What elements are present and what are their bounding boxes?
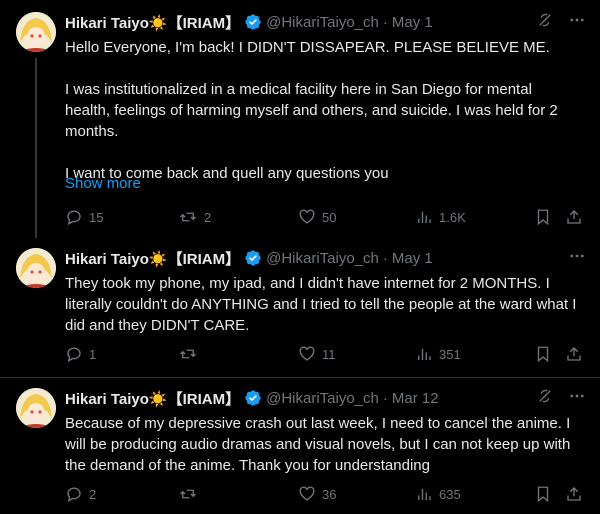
- display-name[interactable]: Hikari Taiyo☀️【IRIAM】: [65, 12, 240, 33]
- verified-badge-icon[interactable]: [244, 13, 262, 31]
- avatar-image: [16, 12, 56, 52]
- views-button[interactable]: 1.6K: [415, 207, 466, 227]
- grok-icon[interactable]: [536, 11, 554, 34]
- separator: ·: [382, 249, 388, 267]
- like-count: 36: [322, 486, 337, 502]
- handle[interactable]: @HikariTaiyo_ch: [266, 390, 379, 407]
- show-more-link[interactable]: Show more: [65, 175, 141, 192]
- reply-icon: [67, 487, 81, 503]
- bookmark-icon: [537, 346, 549, 363]
- view-count: 635: [439, 486, 461, 502]
- avatar[interactable]: [16, 12, 56, 52]
- tweet-actions: 15 2 50 1.6K: [65, 207, 585, 227]
- repost-icon: [180, 212, 196, 222]
- tweet-actions: 2 36 635: [65, 484, 585, 504]
- reply-icon: [67, 347, 81, 363]
- bookmark-button[interactable]: [534, 207, 552, 227]
- bookmark-button[interactable]: [534, 484, 552, 504]
- more-options-icon[interactable]: [568, 11, 586, 34]
- timestamp[interactable]: May 1: [392, 250, 433, 267]
- repost-button[interactable]: [178, 484, 204, 504]
- repost-count: 2: [204, 209, 212, 225]
- thread-line: [35, 58, 37, 238]
- display-name[interactable]: Hikari Taiyo☀️【IRIAM】: [65, 388, 240, 409]
- repost-icon: [180, 349, 196, 359]
- views-icon: [418, 348, 431, 360]
- heart-icon: [299, 346, 315, 361]
- reply-button[interactable]: 1: [65, 344, 96, 364]
- handle[interactable]: @HikariTaiyo_ch: [266, 250, 379, 267]
- verified-badge-icon[interactable]: [244, 389, 262, 407]
- repost-icon: [180, 489, 196, 499]
- views-button[interactable]: 351: [415, 344, 461, 364]
- tweet-actions: 1 11 351: [65, 344, 585, 364]
- tweet-3[interactable]: Hikari Taiyo☀️【IRIAM】 @HikariTaiyo_ch · …: [0, 378, 600, 514]
- verified-badge-icon[interactable]: [244, 249, 262, 267]
- views-icon: [418, 488, 431, 500]
- view-count: 351: [439, 346, 461, 362]
- like-button[interactable]: 36: [298, 484, 336, 504]
- more-options-icon[interactable]: [568, 387, 586, 410]
- bookmark-icon: [537, 209, 549, 226]
- reply-button[interactable]: 2: [65, 484, 96, 504]
- handle[interactable]: @HikariTaiyo_ch: [266, 14, 379, 31]
- avatar[interactable]: [16, 388, 56, 428]
- reply-count: 15: [89, 209, 104, 225]
- separator: ·: [382, 13, 388, 31]
- repost-button[interactable]: [178, 344, 204, 364]
- share-icon: [567, 487, 581, 501]
- like-button[interactable]: 11: [298, 344, 336, 364]
- avatar[interactable]: [16, 248, 56, 288]
- views-button[interactable]: 635: [415, 484, 461, 504]
- display-name[interactable]: Hikari Taiyo☀️【IRIAM】: [65, 248, 240, 269]
- separator: ·: [382, 389, 388, 407]
- reply-icon: [67, 210, 81, 226]
- like-button[interactable]: 50: [298, 207, 336, 227]
- tweet-header: Hikari Taiyo☀️【IRIAM】 @HikariTaiyo_ch · …: [65, 12, 433, 32]
- share-button[interactable]: [565, 344, 583, 364]
- grok-icon[interactable]: [536, 387, 554, 410]
- reply-count: 1: [89, 346, 97, 362]
- heart-icon: [299, 209, 315, 224]
- view-count: 1.6K: [439, 209, 466, 225]
- repost-button[interactable]: 2: [178, 207, 211, 227]
- tweet-header: Hikari Taiyo☀️【IRIAM】 @HikariTaiyo_ch · …: [65, 248, 433, 268]
- share-icon: [567, 347, 581, 361]
- bookmark-button[interactable]: [534, 344, 552, 364]
- tweet-header: Hikari Taiyo☀️【IRIAM】 @HikariTaiyo_ch · …: [65, 388, 439, 408]
- tweet-1[interactable]: Hikari Taiyo☀️【IRIAM】 @HikariTaiyo_ch · …: [0, 0, 600, 238]
- like-count: 50: [322, 209, 337, 225]
- heart-icon: [299, 486, 315, 501]
- share-button[interactable]: [565, 484, 583, 504]
- bookmark-icon: [537, 486, 549, 503]
- reply-count: 2: [89, 486, 97, 502]
- more-options-icon[interactable]: [568, 247, 586, 270]
- tweet-text: Hello Everyone, I'm back! I DIDN'T DISSA…: [65, 39, 558, 182]
- views-icon: [418, 211, 431, 223]
- tweet-text: They took my phone, my ipad, and I didn'…: [65, 275, 581, 334]
- share-icon: [567, 210, 581, 224]
- avatar-image: [16, 248, 56, 288]
- reply-button[interactable]: 15: [65, 207, 103, 227]
- like-count: 11: [322, 346, 336, 362]
- tweet-text: Because of my depressive crash out last …: [65, 415, 575, 474]
- timestamp[interactable]: Mar 12: [392, 390, 439, 407]
- timestamp[interactable]: May 1: [392, 14, 433, 31]
- avatar-image: [16, 388, 56, 428]
- tweet-2[interactable]: Hikari Taiyo☀️【IRIAM】 @HikariTaiyo_ch · …: [0, 236, 600, 376]
- share-button[interactable]: [565, 207, 583, 227]
